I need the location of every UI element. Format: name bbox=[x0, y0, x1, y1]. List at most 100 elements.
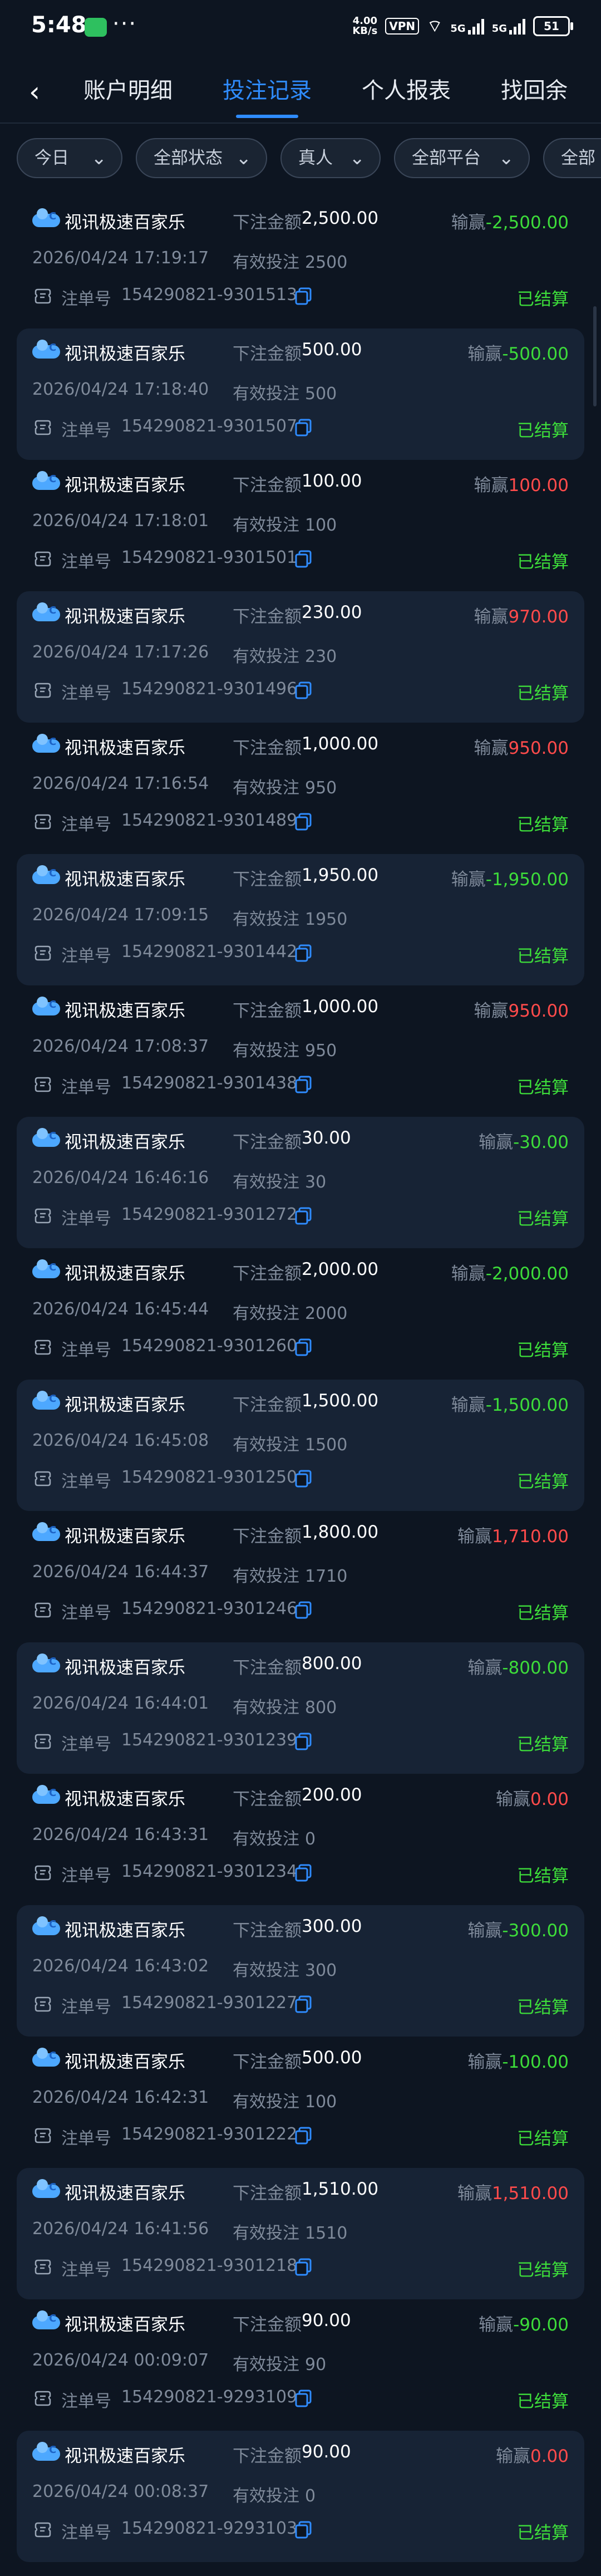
bet-amount-label: 下注金额 bbox=[233, 1789, 302, 1809]
win-loss-amount: -2,000.00 bbox=[485, 1264, 569, 1284]
copy-icon[interactable] bbox=[295, 1207, 312, 1225]
copy-icon[interactable] bbox=[295, 550, 312, 568]
tab-account-details[interactable]: 账户明细 bbox=[83, 72, 173, 105]
bet-record-card[interactable]: 视讯极速百家乐 下注金额90.00 输赢0.00 2026/04/24 00:08:3… bbox=[17, 2431, 584, 2562]
copy-icon[interactable] bbox=[295, 681, 312, 699]
effective-bet-label: 有效投注 bbox=[233, 516, 299, 535]
copy-icon[interactable] bbox=[295, 1601, 312, 1619]
filter-date[interactable]: 今日 ⌄ bbox=[17, 138, 122, 178]
tab-bet-records[interactable]: 投注记录 bbox=[223, 72, 312, 105]
bet-amount-label: 下注金额 bbox=[233, 213, 302, 233]
active-tab-indicator bbox=[236, 115, 298, 118]
ticket-icon bbox=[33, 1994, 53, 2014]
copy-icon[interactable] bbox=[295, 2258, 312, 2276]
order-number: 154290821-9301227 bbox=[121, 1993, 298, 2013]
copy-icon[interactable] bbox=[295, 1995, 312, 2013]
copy-icon[interactable] bbox=[295, 1076, 312, 1093]
tab-recover-balance[interactable]: 找回余 bbox=[501, 72, 568, 105]
win-loss-amount: 0.00 bbox=[530, 2446, 569, 2466]
game-logo-icon bbox=[32, 471, 60, 490]
ticket-icon bbox=[33, 1206, 53, 1226]
bet-record-card[interactable]: 视讯极速百家乐 下注金额2,500.00 输赢-2,500.00 2026/04/24… bbox=[17, 197, 584, 328]
copy-icon[interactable] bbox=[295, 287, 312, 305]
bet-amount: 1,500.00 bbox=[302, 1391, 379, 1411]
ticket-icon bbox=[33, 2388, 53, 2408]
filter-more[interactable]: 全部 bbox=[543, 138, 601, 178]
bet-record-card[interactable]: 视讯极速百家乐 下注金额300.00 输赢-300.00 2026/04/24 16:… bbox=[17, 1905, 584, 2037]
win-loss-label: 输赢 bbox=[495, 2446, 530, 2466]
win-loss-label: 输赢 bbox=[479, 1132, 514, 1152]
effective-bet-label: 有效投注 bbox=[233, 384, 299, 404]
scrollbar[interactable] bbox=[593, 306, 597, 406]
win-loss-amount: -2,500.00 bbox=[485, 213, 569, 233]
effective-bet: 有效投注 100 bbox=[233, 2088, 337, 2112]
bet-record-card[interactable]: 视讯极速百家乐 下注金额1,000.00 输赢950.00 2026/04/24 17… bbox=[17, 723, 584, 854]
copy-icon[interactable] bbox=[295, 1338, 312, 1356]
win-loss-amount: -800.00 bbox=[502, 1658, 569, 1678]
bet-record-card[interactable]: 视讯极速百家乐 下注金额500.00 输赢-500.00 2026/04/24 17:… bbox=[17, 328, 584, 460]
bet-amount-label: 下注金额 bbox=[233, 2184, 302, 2204]
copy-icon[interactable] bbox=[295, 2127, 312, 2145]
status-indicators: 4.00 KB/s VPN ⌔ 5G 5G 51 bbox=[352, 16, 573, 37]
effective-bet-label: 有效投注 bbox=[233, 2092, 299, 2112]
order-number-label: 注单号 bbox=[61, 1341, 111, 1360]
game-logo-icon bbox=[32, 2179, 60, 2198]
win-loss-label: 输赢 bbox=[467, 1658, 503, 1678]
bet-record-card[interactable]: 视讯极速百家乐 下注金额1,000.00 输赢950.00 2026/04/24 17… bbox=[17, 985, 584, 1117]
game-logo-icon bbox=[32, 865, 60, 884]
bet-record-card[interactable]: 视讯极速百家乐 下注金额500.00 输赢-100.00 2026/04/24 16:… bbox=[17, 2037, 584, 2168]
effective-bet-label: 有效投注 bbox=[233, 1304, 299, 1323]
win-loss-label: 输赢 bbox=[451, 213, 486, 233]
bet-time: 2026/04/24 00:09:07 bbox=[32, 2351, 209, 2370]
bet-record-card[interactable]: 视讯极速百家乐 下注金额230.00 输赢970.00 2026/04/24 17:1… bbox=[17, 591, 584, 723]
copy-icon[interactable] bbox=[295, 813, 312, 831]
bet-record-card[interactable]: 视讯极速百家乐 下注金额1,800.00 输赢1,710.00 2026/04/24 … bbox=[17, 1511, 584, 1642]
win-loss-label: 输赢 bbox=[495, 1789, 530, 1809]
effective-bet-label: 有效投注 bbox=[233, 2355, 299, 2374]
bet-amount-label: 下注金额 bbox=[233, 1395, 302, 1415]
order-number: 154290821-9301222 bbox=[121, 2124, 298, 2144]
settlement-status: 已结算 bbox=[517, 1209, 569, 1229]
order-number-label: 注单号 bbox=[61, 290, 111, 309]
order-number-label: 注单号 bbox=[61, 946, 111, 966]
win-loss-label: 输赢 bbox=[457, 2184, 492, 2204]
copy-icon[interactable] bbox=[295, 1864, 312, 1882]
win-loss-amount: 950.00 bbox=[508, 738, 569, 758]
copy-icon[interactable] bbox=[295, 419, 312, 436]
bet-time: 2026/04/24 17:18:01 bbox=[32, 511, 209, 531]
tab-personal-report[interactable]: 个人报表 bbox=[362, 72, 451, 105]
ticket-icon bbox=[33, 2520, 53, 2540]
bet-record-card[interactable]: 视讯极速百家乐 下注金额30.00 输赢-30.00 2026/04/24 16:46… bbox=[17, 1117, 584, 1248]
bet-amount: 100.00 bbox=[302, 471, 362, 491]
bet-record-card[interactable]: 视讯极速百家乐下注金额1,510.00输赢1,510.002026/04/24 … bbox=[17, 2168, 584, 2299]
effective-bet-amount: 800 bbox=[305, 1698, 337, 1718]
settlement-status: 已结算 bbox=[517, 552, 569, 572]
bet-record-card[interactable]: 视讯极速百家乐 下注金额1,950.00 输赢-1,950.00 2026/04/24… bbox=[17, 854, 584, 985]
copy-icon[interactable] bbox=[295, 2389, 312, 2407]
filter-status[interactable]: 全部状态 ⌄ bbox=[136, 138, 267, 178]
bet-amount: 90.00 bbox=[302, 2310, 351, 2330]
bet-record-card[interactable]: 视讯极速百家乐 下注金额200.00 输赢0.00 2026/04/24 16:43:… bbox=[17, 1774, 584, 1905]
filter-category[interactable]: 真人 ⌄ bbox=[280, 138, 381, 178]
bet-record-card[interactable]: 视讯极速百家乐 下注金额2,000.00 输赢-2,000.00 2026/04/24… bbox=[17, 1248, 584, 1380]
copy-icon[interactable] bbox=[295, 1733, 312, 1750]
bet-record-card[interactable]: 视讯极速百家乐下注金额100.00输赢100.002026/04/24 17:1… bbox=[17, 460, 584, 591]
copy-icon[interactable] bbox=[295, 2521, 312, 2539]
win-loss-label: 输赢 bbox=[479, 2315, 514, 2335]
back-arrow-icon[interactable]: ‹ bbox=[29, 76, 40, 108]
effective-bet-label: 有效投注 bbox=[233, 253, 299, 272]
bet-record-card[interactable]: 视讯极速百家乐 下注金额1,500.00 输赢-1,500.00 2026/04/24… bbox=[17, 1380, 584, 1511]
bet-amount-label: 下注金额 bbox=[233, 1658, 302, 1678]
order-number-label: 注单号 bbox=[61, 552, 111, 572]
filter-platform[interactable]: 全部平台 ⌄ bbox=[394, 138, 530, 178]
effective-bet-amount: 1500 bbox=[305, 1435, 348, 1455]
copy-icon[interactable] bbox=[295, 944, 312, 962]
bet-amount: 1,800.00 bbox=[302, 1522, 379, 1542]
order-number-label: 注单号 bbox=[61, 684, 111, 703]
ticket-icon bbox=[33, 812, 53, 832]
status-time: 5:48 bbox=[31, 12, 87, 38]
bet-record-card[interactable]: 视讯极速百家乐 下注金额90.00 输赢-90.00 2026/04/24 00:09… bbox=[17, 2299, 584, 2431]
copy-icon[interactable] bbox=[295, 1470, 312, 1488]
bet-record-card[interactable]: 视讯极速百家乐 下注金额800.00 输赢-800.00 2026/04/24 16:… bbox=[17, 1642, 584, 1774]
game-logo-icon bbox=[32, 1259, 60, 1278]
